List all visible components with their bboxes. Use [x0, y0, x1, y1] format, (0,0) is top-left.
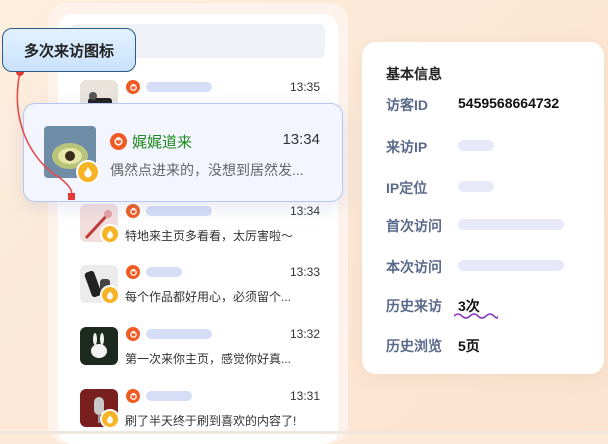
avatar — [80, 327, 118, 365]
visitor-name-placeholder — [146, 206, 212, 216]
callout-label: 多次来访图标 — [2, 28, 136, 72]
list-item[interactable]: 13:32 第一次来你主页，感觉你好真... — [80, 327, 320, 375]
first-visit-label: 首次访问 — [386, 218, 442, 234]
visit-time: 13:33 — [289, 265, 320, 279]
repeat-visit-badge-icon — [76, 160, 100, 184]
visitor-name-placeholder — [146, 267, 182, 277]
list-item[interactable]: 13:34 特地来主页多看看，太厉害啦～ — [80, 204, 320, 252]
ip-label: 来访IP — [386, 139, 428, 155]
ip-value-placeholder — [458, 140, 494, 151]
visitor-name-placeholder — [146, 329, 212, 339]
xiaohongshu-icon — [126, 204, 140, 218]
visit-time: 13:31 — [289, 389, 320, 403]
history-browse-label: 历史浏览 — [386, 338, 442, 354]
visit-time: 13:35 — [289, 80, 320, 94]
list-item[interactable]: 13:33 每个作品都好用心，必须留个... — [80, 265, 320, 313]
visitor-name: 娓娓道来 — [132, 134, 193, 151]
xiaohongshu-icon — [110, 133, 127, 150]
xiaohongshu-icon — [126, 265, 140, 279]
visitor-id-value: 5459568664732 — [458, 95, 560, 111]
visitor-name-placeholder — [146, 391, 192, 401]
this-visit-placeholder — [458, 260, 564, 271]
xiaohongshu-icon — [126, 389, 140, 403]
visitor-name-placeholder — [146, 82, 212, 92]
info-title: 基本信息 — [386, 66, 442, 82]
xiaohongshu-icon — [126, 327, 140, 341]
repeat-visit-badge-icon — [100, 224, 118, 242]
visit-message: 每个作品都好用心，必须留个... — [125, 290, 292, 304]
visitor-info-card: 基本信息 访客ID 5459568664732 来访IP IP定位 首次访问 本… — [362, 42, 604, 374]
visitor-id-label: 访客ID — [386, 97, 428, 113]
visit-time: 13:34 — [289, 204, 320, 218]
visit-message: 特地来主页多看看，太厉害啦～ — [125, 229, 294, 243]
visit-time: 13:32 — [289, 327, 320, 341]
this-visit-label: 本次访问 — [386, 259, 442, 275]
xiaohongshu-icon — [126, 80, 140, 94]
history-browse-value: 5页 — [458, 338, 480, 354]
ip-location-placeholder — [458, 181, 494, 192]
avatar — [80, 204, 118, 242]
history-visits-label: 历史来访 — [386, 298, 442, 314]
list-item[interactable]: 13:31 刷了半天终于刷到喜欢的内容了! — [80, 389, 320, 437]
wavy-underline — [454, 313, 498, 319]
ip-location-label: IP定位 — [386, 180, 428, 196]
repeat-visit-badge-icon — [100, 285, 118, 303]
first-visit-placeholder — [458, 219, 564, 230]
avatar — [80, 389, 118, 427]
visit-message: 第一次来你主页，感觉你好真... — [125, 352, 292, 366]
visit-message: 偶然点进来的，没想到居然发... — [110, 162, 304, 178]
repeat-visit-badge-icon — [100, 409, 118, 427]
avatar — [80, 265, 118, 303]
visit-time: 13:34 — [282, 131, 320, 148]
visit-message: 刷了半天终于刷到喜欢的内容了! — [125, 414, 297, 428]
highlighted-visitor-card[interactable]: 娓娓道来 13:34 偶然点进来的，没想到居然发... — [23, 103, 343, 202]
